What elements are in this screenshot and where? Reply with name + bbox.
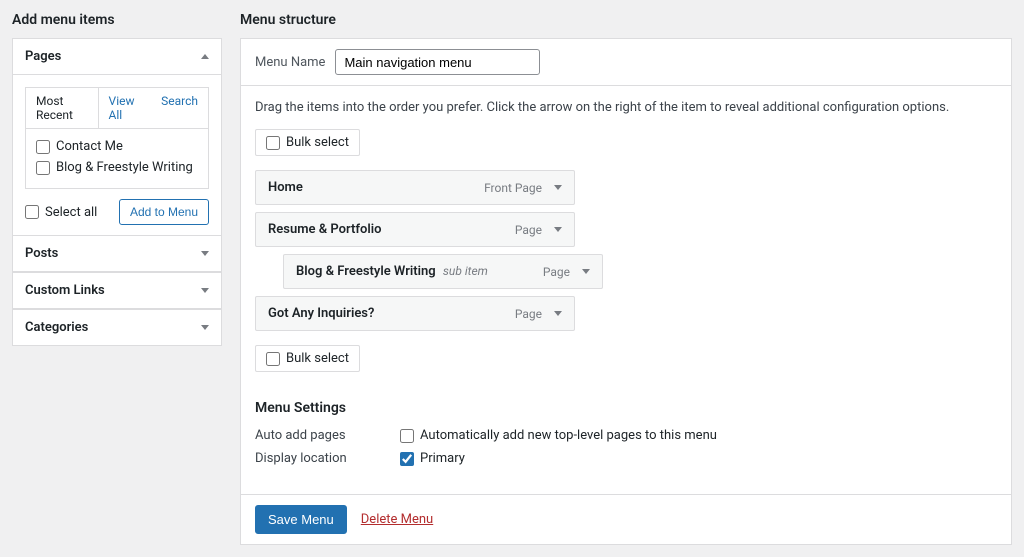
menu-settings-title: Menu Settings	[255, 400, 997, 416]
menu-item-inquiries-title: Got Any Inquiries?	[268, 306, 374, 321]
bulk-select-top[interactable]: Bulk select	[255, 129, 360, 156]
chevron-down-icon[interactable]	[554, 311, 562, 316]
menu-name-label: Menu Name	[255, 55, 325, 70]
add-menu-items-title: Add menu items	[12, 12, 222, 28]
select-all[interactable]: Select all	[25, 205, 97, 220]
tab-view-all[interactable]: View All	[99, 88, 152, 128]
menu-item-blog-type: Page	[543, 265, 570, 279]
save-menu-button[interactable]: Save Menu	[255, 505, 347, 534]
menu-item-inquiries-type: Page	[515, 307, 542, 321]
auto-add-checkbox[interactable]	[400, 429, 414, 443]
page-item-blog-checkbox[interactable]	[36, 161, 50, 175]
chevron-down-icon	[201, 251, 209, 256]
menu-item-resume-title: Resume & Portfolio	[268, 222, 381, 237]
menu-item-resume-type: Page	[515, 223, 542, 237]
chevron-down-icon[interactable]	[554, 227, 562, 232]
bulk-select-top-label: Bulk select	[286, 135, 349, 150]
display-location-checkbox[interactable]	[400, 452, 414, 466]
accordion-posts-label: Posts	[25, 246, 58, 261]
menu-structure-title: Menu structure	[240, 12, 1012, 28]
page-item-contact[interactable]: Contact Me	[36, 136, 198, 157]
menu-item-home[interactable]: Home Front Page	[255, 170, 575, 205]
accordion-pages-label: Pages	[25, 49, 61, 64]
menu-item-blog-sub[interactable]: Blog & Freestyle Writing sub item Page	[283, 254, 603, 289]
accordion-posts[interactable]: Posts	[13, 236, 221, 272]
bulk-select-bottom-label: Bulk select	[286, 351, 349, 366]
bulk-select-top-checkbox[interactable]	[266, 136, 280, 150]
display-location-label: Display location	[255, 451, 400, 466]
select-all-checkbox[interactable]	[25, 205, 39, 219]
page-item-contact-label: Contact Me	[56, 139, 123, 154]
page-item-blog[interactable]: Blog & Freestyle Writing	[36, 157, 198, 178]
page-item-blog-label: Blog & Freestyle Writing	[56, 160, 193, 175]
menu-item-home-title: Home	[268, 180, 303, 195]
tab-search[interactable]: Search	[151, 88, 208, 128]
menu-item-blog-title: Blog & Freestyle Writing	[296, 264, 436, 279]
auto-add-text: Automatically add new top-level pages to…	[420, 428, 717, 443]
accordion-custom-links-label: Custom Links	[25, 283, 105, 298]
chevron-down-icon	[201, 325, 209, 330]
menu-help-text: Drag the items into the order you prefer…	[255, 100, 997, 115]
accordion-categories-label: Categories	[25, 320, 88, 335]
display-location-text: Primary	[420, 451, 465, 466]
chevron-down-icon[interactable]	[582, 269, 590, 274]
menu-item-inquiries[interactable]: Got Any Inquiries? Page	[255, 296, 575, 331]
page-item-contact-checkbox[interactable]	[36, 140, 50, 154]
chevron-down-icon	[201, 288, 209, 293]
accordion-pages[interactable]: Pages	[13, 39, 221, 75]
auto-add-label: Auto add pages	[255, 428, 400, 443]
select-all-label: Select all	[45, 205, 97, 220]
accordion-custom-links[interactable]: Custom Links	[13, 272, 221, 309]
menu-item-blog-subflag: sub item	[443, 264, 488, 278]
delete-menu-link[interactable]: Delete Menu	[361, 512, 433, 527]
bulk-select-bottom-checkbox[interactable]	[266, 352, 280, 366]
menu-item-resume[interactable]: Resume & Portfolio Page	[255, 212, 575, 247]
menu-item-home-type: Front Page	[484, 181, 542, 195]
chevron-down-icon[interactable]	[554, 185, 562, 190]
bulk-select-bottom[interactable]: Bulk select	[255, 345, 360, 372]
tab-most-recent[interactable]: Most Recent	[26, 88, 99, 128]
add-to-menu-button[interactable]: Add to Menu	[119, 199, 209, 225]
menu-name-input[interactable]	[335, 49, 540, 75]
chevron-up-icon	[201, 54, 209, 59]
accordion-categories[interactable]: Categories	[13, 309, 221, 345]
